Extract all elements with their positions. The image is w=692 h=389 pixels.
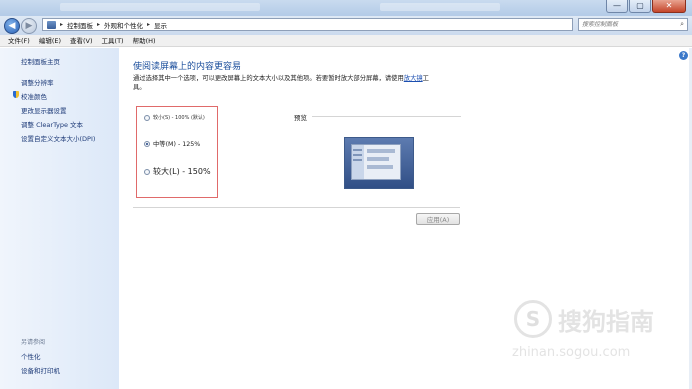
page-title: 使阅读屏幕上的内容更容易: [133, 62, 242, 72]
preview-stripe: [353, 159, 362, 161]
minimize-button[interactable]: —: [606, 0, 628, 13]
sidebar-item-devices-printers[interactable]: 设备和打印机: [21, 365, 60, 375]
page-description: 通过选择其中一个选项，可以更改屏幕上的文本大小以及其他项。若要暂时放大部分屏幕，…: [133, 74, 438, 92]
breadcrumb-separator-icon: ▸: [60, 21, 64, 28]
size-options-highlight: 较小(S) - 100% (默认) 中等(M) - 125% 较大(L) - 1…: [136, 106, 218, 198]
preview-row: [367, 165, 393, 169]
apply-button[interactable]: 应用(A): [416, 213, 460, 225]
sidebar-item-cleartype[interactable]: 调整 ClearType 文本: [21, 119, 83, 129]
option-smaller-label[interactable]: 较小(S) - 100% (默认): [153, 114, 205, 121]
address-bar: ◀ ▶ ▸ 控制面板 ▸ 外观和个性化 ▸ 显示 ⌕: [0, 16, 692, 35]
search-input[interactable]: [579, 19, 676, 30]
option-medium-label[interactable]: 中等(M) - 125%: [153, 139, 200, 148]
window-controls: — ▢ ✕: [606, 0, 686, 13]
sidebar-item-home[interactable]: 控制面板主页: [21, 56, 60, 66]
breadcrumb-display[interactable]: 显示: [154, 20, 167, 30]
radio-larger[interactable]: [144, 168, 150, 175]
preview-divider: [312, 116, 461, 117]
radio-smaller[interactable]: [144, 114, 150, 121]
sidebar-item-calibrate[interactable]: 校准颜色: [21, 91, 47, 101]
main-content: ? 使阅读屏幕上的内容更容易 通过选择其中一个选项，可以更改屏幕上的文本大小以及…: [119, 48, 692, 389]
sidebar: 控制面板主页 调整分辨率 校准颜色 更改显示器设置 调整 ClearType 文…: [0, 48, 119, 389]
menu-file[interactable]: 文件(F): [8, 35, 30, 46]
shield-icon: [13, 91, 19, 98]
watermark-name: 搜狗指南: [558, 308, 654, 336]
preview-stripe: [353, 149, 362, 151]
option-smaller[interactable]: 较小(S) - 100% (默认): [144, 114, 205, 121]
option-larger-label[interactable]: 较大(L) - 150%: [153, 166, 211, 177]
title-bar-blur-tab: [380, 3, 500, 11]
control-panel-icon: [47, 20, 56, 29]
forward-button[interactable]: ▶: [21, 18, 37, 34]
search-icon[interactable]: ⌕: [680, 20, 684, 29]
sidebar-item-personalization[interactable]: 个性化: [21, 351, 41, 361]
close-button[interactable]: ✕: [652, 0, 686, 13]
search-box: ⌕: [578, 18, 688, 31]
see-also-heading: 另请参阅: [21, 339, 46, 346]
sogou-logo-icon: S: [514, 300, 552, 338]
description-text: 通过选择其中一个选项，可以更改屏幕上的文本大小以及其他项。若要暂时放大部分屏幕，…: [133, 75, 404, 82]
option-medium[interactable]: 中等(M) - 125%: [144, 139, 200, 148]
preview-image: [344, 137, 414, 189]
sidebar-item-resolution[interactable]: 调整分辨率: [21, 77, 54, 87]
breadcrumb-appearance[interactable]: 外观和个性化: [104, 20, 143, 30]
preview-label: 预览: [294, 114, 307, 122]
radio-medium[interactable]: [144, 140, 150, 147]
menu-tools[interactable]: 工具(T): [102, 35, 124, 46]
magnifier-link[interactable]: 放大镜: [404, 75, 423, 82]
menu-edit[interactable]: 编辑(E): [39, 35, 61, 46]
preview-stripe: [353, 154, 362, 156]
help-icon[interactable]: ?: [679, 51, 688, 60]
menu-bar: 文件(F) 编辑(E) 查看(V) 工具(T) 帮助(H): [0, 35, 692, 47]
breadcrumb-control-panel[interactable]: 控制面板: [67, 20, 93, 30]
maximize-button[interactable]: ▢: [629, 0, 651, 13]
preview-sidebar: [352, 145, 364, 179]
sidebar-item-display-settings[interactable]: 更改显示器设置: [21, 105, 67, 115]
watermark-url: zhinan.sogou.com: [512, 345, 631, 360]
menu-help[interactable]: 帮助(H): [133, 35, 156, 46]
breadcrumb-separator-icon: ▸: [147, 21, 151, 28]
preview-row: [367, 149, 395, 153]
back-button[interactable]: ◀: [4, 18, 20, 34]
breadcrumb[interactable]: ▸ 控制面板 ▸ 外观和个性化 ▸ 显示: [42, 18, 573, 31]
menu-view[interactable]: 查看(V): [70, 35, 93, 46]
content-divider: [133, 207, 460, 208]
title-bar: — ▢ ✕: [0, 0, 692, 16]
option-larger[interactable]: 较大(L) - 150%: [144, 166, 211, 177]
title-bar-blur: [60, 3, 260, 11]
breadcrumb-separator-icon: ▸: [97, 21, 101, 28]
preview-row: [367, 157, 389, 161]
sidebar-item-dpi[interactable]: 设置自定义文本大小(DPI): [21, 133, 95, 143]
preview-window: [351, 144, 401, 180]
